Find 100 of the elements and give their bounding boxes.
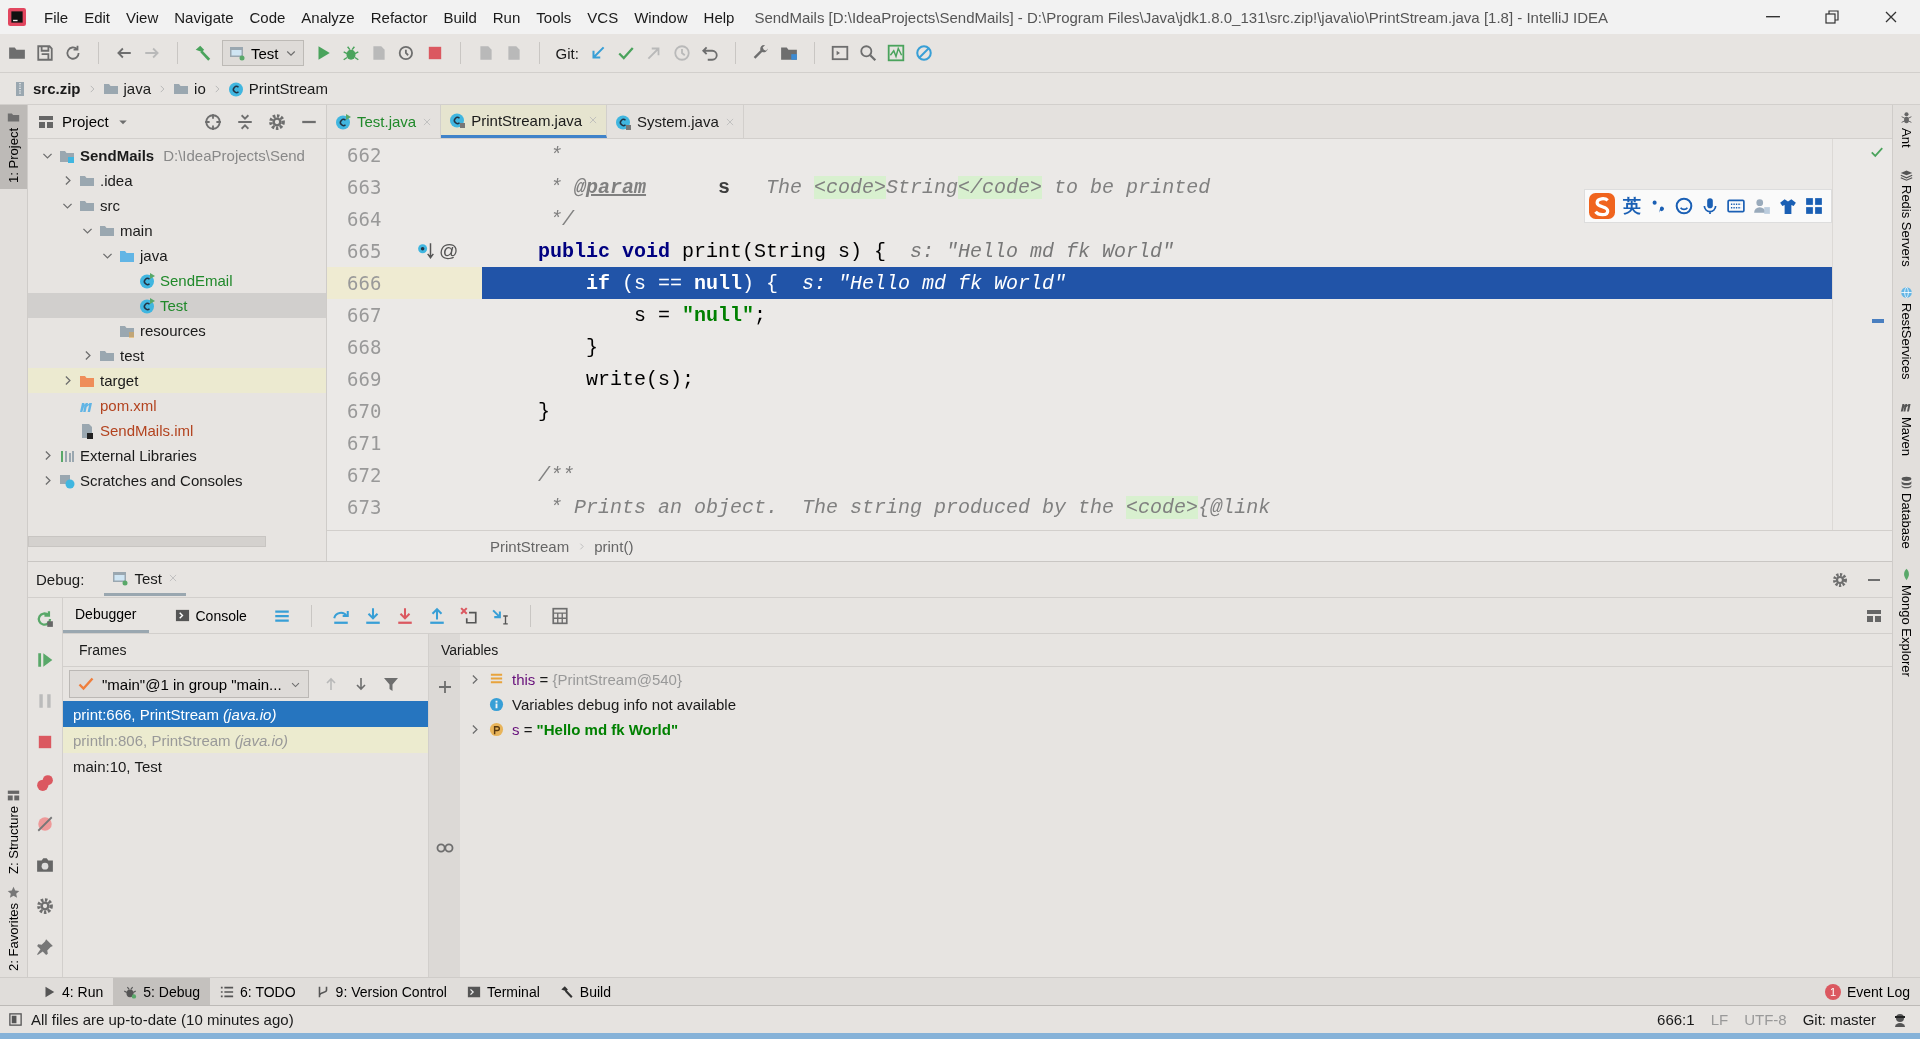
menu-item[interactable]: Tools (528, 8, 580, 26)
variable-row[interactable]: s = "Hello md fk World" (460, 717, 1892, 742)
search-icon[interactable] (858, 44, 877, 62)
tool-window-tab[interactable]: 1: Project (0, 105, 27, 189)
scroll-thumb[interactable] (1872, 319, 1884, 323)
menu-item[interactable]: Help (695, 8, 743, 26)
editor-tab[interactable]: System.java (607, 105, 744, 138)
tree-item[interactable]: resources (28, 318, 326, 343)
tool-window-tab[interactable]: Database (1893, 469, 1920, 555)
filter-icon[interactable] (383, 676, 399, 692)
run-configuration-dropdown[interactable]: Test (222, 40, 304, 66)
breadcrumb-item[interactable]: print() (594, 537, 634, 555)
tree-item[interactable]: External Libraries (28, 443, 326, 468)
locate-icon[interactable] (204, 112, 222, 131)
tree-item[interactable]: pom.xml (28, 393, 326, 418)
tree-item[interactable]: SendMails D:\IdeaProjects\Send (28, 143, 326, 168)
tree-item[interactable]: .idea (28, 168, 326, 193)
tree-item[interactable]: java (28, 243, 326, 268)
down-arrow-icon[interactable] (353, 676, 369, 692)
panel-toggle-icon[interactable] (8, 1012, 23, 1027)
open-folder-icon[interactable] (8, 44, 26, 62)
step-marker-icon[interactable] (417, 242, 435, 260)
variable-row[interactable]: Variables debug info not available (460, 692, 1892, 717)
resume-icon[interactable] (36, 651, 54, 669)
tab[interactable]: Debugger (63, 598, 149, 633)
stop-icon[interactable] (36, 733, 54, 751)
sync-icon[interactable] (64, 44, 82, 62)
calculator-icon[interactable] (550, 606, 569, 625)
menu-item[interactable]: File (36, 8, 77, 26)
editor-tab[interactable]: PrintStream.java (441, 105, 608, 138)
input-method-toolbar[interactable]: 英 (1584, 189, 1832, 223)
step-into-icon[interactable] (363, 606, 382, 625)
breadcrumb-item[interactable]: io (173, 80, 206, 97)
menu-item[interactable]: View (118, 8, 167, 26)
override-marker[interactable]: @ (439, 240, 459, 262)
tool-window-tab[interactable]: Ant (1893, 105, 1920, 154)
tree-item[interactable]: target (28, 368, 326, 393)
tool-window-tab[interactable]: 5: Debug (113, 978, 211, 1005)
breadcrumb-item[interactable]: PrintStream (227, 80, 328, 97)
cancel-circle-icon[interactable] (914, 44, 933, 62)
breadcrumb-item[interactable]: java (102, 80, 152, 97)
tab[interactable]: Console (162, 598, 259, 633)
tree-item[interactable]: SendMails.iml (28, 418, 326, 443)
menu-item[interactable]: Analyze (293, 8, 363, 26)
collapse-all-icon[interactable] (236, 112, 254, 131)
menu-item[interactable]: Edit (76, 8, 119, 26)
profiler-icon[interactable] (397, 44, 416, 62)
tool-window-tab[interactable]: Z: Structure (0, 783, 27, 881)
thread-dropdown[interactable]: "main"@1 in group "main... (69, 670, 309, 698)
layout-icon[interactable] (1866, 607, 1882, 624)
wrench-icon[interactable] (751, 44, 770, 62)
project-view-dropdown[interactable]: Project (38, 113, 129, 130)
undo-icon[interactable] (700, 44, 719, 62)
caret-position[interactable]: 666:1 (1657, 1011, 1695, 1028)
shirt-icon[interactable] (1779, 197, 1797, 215)
tool-window-tab[interactable]: Maven (1893, 393, 1920, 462)
tool-window-tab[interactable]: 9: Version Control (305, 978, 457, 1005)
tree-item[interactable]: SendEmail (28, 268, 326, 293)
menu-item[interactable]: VCS (579, 8, 627, 26)
tool-window-tab[interactable]: Terminal (456, 978, 550, 1005)
add-watch-icon[interactable] (436, 679, 453, 695)
tree-item[interactable]: Scratches and Consoles (28, 468, 326, 493)
user-icon[interactable] (1753, 197, 1771, 215)
tree-item[interactable]: src (28, 193, 326, 218)
terminal-window-icon[interactable] (830, 44, 849, 62)
keyboard-icon[interactable] (1727, 197, 1745, 215)
stack-frame[interactable]: print:666, PrintStream (java.io) (63, 701, 428, 727)
tool-window-tab[interactable]: RestServices (1893, 280, 1920, 386)
microphone-icon[interactable] (1701, 197, 1719, 215)
force-step-into-icon[interactable] (395, 606, 414, 625)
tree-item[interactable]: main (28, 218, 326, 243)
stack-frame[interactable]: main:10, Test (63, 753, 428, 779)
inspection-ok-icon[interactable] (1870, 145, 1884, 159)
save-icon[interactable] (36, 44, 54, 62)
tool-window-tab[interactable]: 2: Favorites (0, 880, 27, 977)
settings-icon[interactable] (36, 897, 54, 915)
menu-item[interactable]: Build (435, 8, 485, 26)
grid-icon[interactable] (1805, 197, 1823, 215)
rerun-icon[interactable] (36, 610, 54, 628)
smiley-icon[interactable] (1675, 197, 1693, 215)
breadcrumb-item[interactable]: PrintStream (490, 537, 570, 555)
variable-row[interactable]: this = {PrintStream@540} (460, 667, 1892, 692)
session-tab[interactable]: Test (104, 563, 186, 596)
mute-breakpoints-icon[interactable] (36, 815, 54, 833)
scrollbar[interactable] (28, 536, 266, 547)
camera-icon[interactable] (36, 856, 54, 874)
tool-window-tab[interactable]: Build (549, 978, 621, 1005)
chart-icon[interactable] (886, 44, 905, 62)
step-out-icon[interactable] (427, 606, 446, 625)
project-structure-icon[interactable] (779, 44, 798, 62)
menu-item[interactable]: Code (241, 8, 294, 26)
breadcrumb-item[interactable]: src.zip (12, 80, 81, 97)
drop-frame-icon[interactable] (459, 606, 478, 625)
tree-item[interactable]: test (28, 343, 326, 368)
debug-icon[interactable] (341, 44, 360, 62)
menu-item[interactable]: Window (626, 8, 696, 26)
tool-window-tab[interactable]: Redis Servers (1893, 161, 1920, 273)
tool-window-tab[interactable]: 4: Run (32, 978, 114, 1005)
tool-window-tab[interactable]: Mongo Explorer (1893, 562, 1920, 684)
settings-icon[interactable] (268, 112, 286, 131)
